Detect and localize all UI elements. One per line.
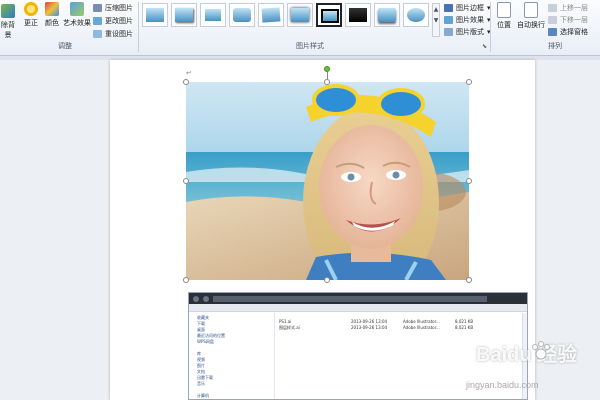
- group-separator: [138, 2, 139, 52]
- artistic-effects-label: 艺术效果: [63, 19, 91, 27]
- adjust-group-label: 调整: [58, 42, 72, 50]
- color-palette-icon: [45, 2, 59, 16]
- explorer-sidebar: 收藏夹 下载 桌面 最近访问的位置 WPS网盘 库 视频 图片 文档 迅雷下载 …: [189, 313, 275, 399]
- wrap-text-label: 自动换行: [517, 21, 545, 29]
- gallery-scroll[interactable]: ▲ ▼: [432, 3, 440, 37]
- change-picture-icon: [93, 17, 102, 25]
- change-label: 更改图片: [105, 17, 133, 25]
- reset-label: 重设图片: [105, 30, 133, 38]
- back-icon: [193, 295, 199, 302]
- watermark-url: jingyan.baidu.com: [466, 380, 539, 390]
- bring-forward-icon: [548, 4, 557, 12]
- explorer-address-bar: [213, 295, 487, 302]
- resize-handle-w[interactable]: [183, 178, 189, 184]
- picture-style-5[interactable]: [258, 3, 284, 27]
- ribbon: 除背景 更正 颜色 艺术效果 压缩图片 更改图片 重设图片 调整 ▲ ▼ 图片边…: [0, 0, 600, 56]
- position-icon: [497, 2, 511, 18]
- arrange-group-label: 排列: [548, 42, 562, 50]
- file-date: 2013-09-26 13:04: [351, 325, 388, 330]
- remove-background-button[interactable]: 除背景: [0, 4, 18, 40]
- reset-picture-icon: [93, 30, 102, 38]
- picture-style-2[interactable]: [171, 3, 197, 27]
- picture-style-3[interactable]: [200, 3, 226, 27]
- selected-picture[interactable]: [183, 66, 472, 283]
- paragraph-mark: ↵: [186, 69, 192, 77]
- reset-picture-button[interactable]: 重设图片: [93, 29, 133, 39]
- send-backward-label: 下移一层: [560, 16, 588, 24]
- resize-handle-se[interactable]: [466, 277, 472, 283]
- picture-border-button[interactable]: 图片边框 ▾: [444, 3, 491, 13]
- send-backward-icon: [548, 16, 557, 24]
- wrap-text-icon: [524, 2, 538, 18]
- file-type: Adobe Illustrator...: [403, 325, 440, 330]
- resize-handle-sw[interactable]: [183, 277, 189, 283]
- color-label: 颜色: [45, 19, 59, 27]
- bring-forward-label: 上移一层: [560, 4, 588, 12]
- baidu-watermark: Baidu 经验 jingyan.baidu.com: [446, 338, 596, 398]
- change-picture-button[interactable]: 更改图片: [93, 16, 133, 26]
- rotate-handle-stem: [327, 72, 328, 79]
- picture-style-1[interactable]: [142, 3, 168, 27]
- dialog-launcher-icon[interactable]: ⬊: [482, 43, 487, 50]
- explorer-titlebar: [189, 293, 527, 304]
- compress-icon: [93, 4, 102, 12]
- send-backward-button[interactable]: 下移一层: [548, 15, 588, 25]
- group-separator: [490, 2, 491, 52]
- artistic-effects-button[interactable]: 艺术效果: [63, 2, 91, 28]
- girl-goggles-photo: [186, 82, 469, 280]
- resize-handle-ne[interactable]: [466, 79, 472, 85]
- picture-effects-icon: [444, 16, 453, 24]
- picture-style-6[interactable]: [287, 3, 313, 27]
- resize-handle-e[interactable]: [466, 178, 472, 184]
- picture-layout-label: 图片版式: [456, 28, 484, 36]
- wrap-text-button[interactable]: 自动换行: [516, 2, 546, 30]
- picture-style-9[interactable]: [374, 3, 400, 27]
- remove-background-icon: [1, 4, 15, 18]
- file-name: 图层样式.ai: [279, 325, 300, 330]
- selection-pane-icon: [548, 28, 557, 36]
- sidebar-item: 计算机: [197, 393, 209, 398]
- resize-handle-s[interactable]: [324, 277, 330, 283]
- file-size: 8,021 KB: [455, 325, 474, 330]
- forward-icon: [203, 295, 209, 302]
- picture-layout-button[interactable]: 图片版式 ▾: [444, 27, 491, 37]
- selection-pane-label: 选择窗格: [560, 28, 588, 36]
- picture-style-7[interactable]: [316, 3, 342, 27]
- corrections-button[interactable]: 更正: [20, 2, 42, 28]
- paw-logo-icon: [532, 341, 550, 360]
- position-button[interactable]: 位置: [494, 2, 514, 30]
- resize-handle-nw[interactable]: [183, 79, 189, 85]
- compress-label: 压缩图片: [105, 4, 133, 12]
- picture-styles-gallery: [142, 3, 430, 28]
- position-label: 位置: [497, 21, 511, 29]
- remove-background-label: 除背景: [1, 21, 15, 39]
- artistic-effects-icon: [70, 2, 84, 16]
- compress-pictures-button[interactable]: 压缩图片: [93, 3, 133, 13]
- picture-style-4[interactable]: [229, 3, 255, 27]
- pen-border-icon: [444, 4, 453, 12]
- color-button[interactable]: 颜色: [43, 2, 61, 28]
- bring-forward-button[interactable]: 上移一层: [548, 3, 588, 13]
- selection-pane-button[interactable]: 选择窗格: [548, 27, 588, 37]
- picture-effects-label: 图片效果: [456, 16, 484, 24]
- picture-style-8[interactable]: [345, 3, 371, 27]
- picture-border-label: 图片边框: [456, 4, 484, 12]
- picture-style-10[interactable]: [403, 3, 429, 27]
- corrections-label: 更正: [24, 19, 38, 27]
- resize-handle-n[interactable]: [324, 79, 330, 85]
- picture-layout-icon: [444, 28, 453, 36]
- picture-styles-group-label: 图片样式: [296, 42, 324, 50]
- file-row: 图层样式.ai 2013-09-26 13:04 Adobe Illustrat…: [279, 325, 527, 331]
- picture-effects-button[interactable]: 图片效果 ▾: [444, 15, 491, 25]
- sun-icon: [24, 2, 38, 16]
- explorer-file-list: PS1.ai 2013-09-26 13:04 Adobe Illustrato…: [279, 319, 527, 331]
- watermark-brand: Baidu 经验: [476, 344, 578, 366]
- explorer-toolbar: [189, 304, 527, 312]
